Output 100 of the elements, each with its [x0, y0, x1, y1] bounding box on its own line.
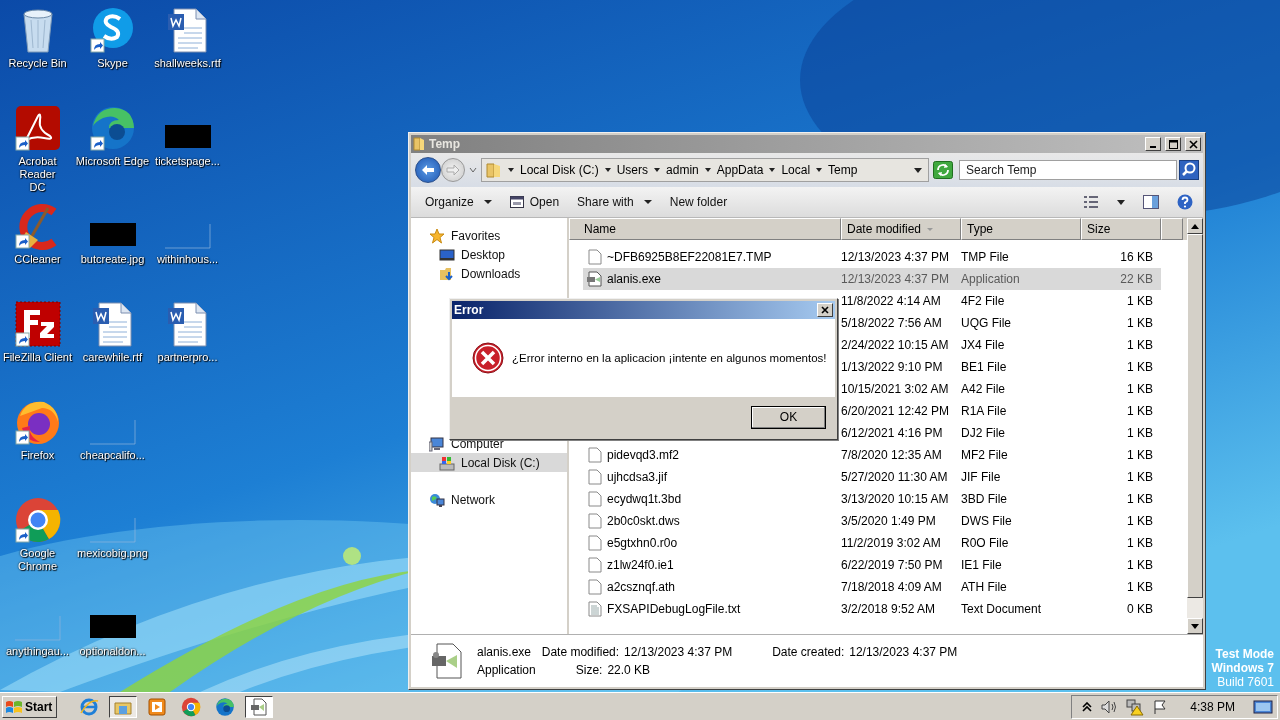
nav-item[interactable]: Local Disk (C:) — [411, 453, 567, 472]
text-file-icon — [587, 601, 603, 617]
search-field[interactable]: Search Temp — [959, 160, 1177, 180]
icon-label[interactable]: Acrobat Reader DC — [14, 155, 61, 194]
file-type: JIF File — [961, 470, 1002, 484]
file-row[interactable]: ~DFB6925B8EF22081E7.TMP 12/13/2023 4:37 PM TMP File 16 KB — [583, 246, 1161, 268]
icon-label[interactable]: Skype — [97, 57, 128, 70]
icon-label[interactable]: partnerpro... — [157, 351, 218, 364]
scroll-down-button[interactable] — [1187, 618, 1203, 634]
breadcrumb-item[interactable]: Users — [616, 163, 649, 177]
breadcrumb-item[interactable]: AppData — [716, 163, 764, 177]
column-header[interactable]: Size — [1081, 218, 1161, 240]
view-list-icon[interactable] — [1083, 195, 1099, 209]
file-size: 1 KB — [1126, 338, 1154, 352]
address-bar[interactable]: Local Disk (C:) Users admin AppData Local Temp — [481, 158, 929, 182]
file-row[interactable]: a2csznqf.ath 7/18/2018 4:09 AM ATH File 1 KB — [583, 576, 1161, 598]
nav-item[interactable]: Network — [411, 490, 567, 509]
search-icon[interactable] — [1179, 160, 1199, 180]
toolbar-menu-button[interactable]: Share with — [577, 195, 652, 209]
network-warning-icon[interactable] — [1126, 697, 1145, 716]
icon-label[interactable]: carewhile.rtf — [82, 351, 143, 364]
icon-label[interactable]: shallweeks.rtf — [154, 57, 221, 70]
file-name: ~DFB6925B8EF22081E7.TMP — [607, 250, 772, 264]
os-notice-text: Windows 7 — [1211, 661, 1274, 675]
file-row[interactable]: alanis.exe 12/13/2023 4:37 PM Application 22 KB — [583, 268, 1161, 290]
file-icon — [587, 557, 603, 573]
icon-label[interactable]: FileZilla Client — [2, 351, 73, 364]
toolbar-button[interactable]: New folder — [669, 195, 728, 209]
pdf-reader-icon[interactable] — [13, 104, 62, 152]
file-type: R1A File — [961, 404, 1008, 418]
scroll-up-button[interactable] — [1187, 218, 1203, 234]
dialog-title: Error — [454, 303, 484, 317]
nav-item[interactable]: Desktop — [411, 245, 567, 264]
icon-label[interactable]: CCleaner — [14, 253, 61, 266]
show-desktop-icon[interactable] — [1253, 698, 1273, 715]
ok-button[interactable]: OK — [751, 405, 826, 429]
icon-label[interactable]: Recycle Bin — [8, 57, 67, 70]
file-row[interactable]: FXSAPIDebugLogFile.txt 3/2/2018 9:52 AM Text Document 0 KB — [583, 598, 1161, 620]
open-button[interactable]: Open — [509, 195, 560, 209]
close-button[interactable] — [1185, 137, 1201, 151]
file-size: 1 KB — [1126, 426, 1154, 440]
refresh-icon[interactable] — [933, 161, 953, 179]
breadcrumb-item[interactable]: Local Disk (C:) — [520, 163, 599, 177]
dropdown-caret-icon[interactable] — [1117, 199, 1125, 205]
desktop-icon — [439, 246, 455, 263]
speaker-icon[interactable] — [1100, 698, 1119, 715]
file-name: ujhcdsa3.jif — [607, 470, 668, 484]
breadcrumb-item[interactable]: Temp — [828, 163, 858, 177]
column-header[interactable]: Date modified — [841, 218, 961, 240]
file-row[interactable]: e5gtxhn0.r0o 11/2/2019 3:02 AM R0O File 1 KB — [583, 532, 1161, 554]
file-date: 6/12/2021 4:16 PM — [841, 426, 944, 440]
file-row[interactable]: pidevqd3.mf2 7/8/2020 12:35 AM MF2 File 1 KB — [583, 444, 1161, 466]
file-type: ATH File — [961, 580, 1008, 594]
taskbar-button[interactable] — [109, 695, 138, 718]
clock[interactable]: 4:38 PM — [1176, 699, 1245, 714]
minimize-button[interactable] — [1145, 137, 1161, 151]
browser-icon[interactable] — [13, 496, 62, 544]
toolbar-menu-button[interactable]: Organize — [425, 195, 492, 209]
file-date: 6/22/2019 7:50 PM — [841, 558, 944, 572]
icon-label[interactable]: cheapcalifo... — [80, 449, 145, 462]
column-header[interactable]: Name — [569, 218, 841, 240]
show-hidden-icons-icon[interactable] — [1082, 701, 1093, 712]
flag-icon[interactable] — [1152, 698, 1169, 715]
file-name: z1lw24f0.ie1 — [607, 558, 674, 572]
file-row[interactable]: ecydwq1t.3bd 3/13/2020 10:15 AM 3BD File 1 KB — [583, 488, 1161, 510]
close-button[interactable] — [817, 303, 833, 317]
dropdown-caret-icon[interactable] — [914, 167, 922, 173]
column-header[interactable]: Type — [961, 218, 1081, 240]
icon-label[interactable]: butcreate.jpg — [80, 253, 145, 266]
ftp-app-icon[interactable] — [13, 300, 62, 348]
file-date: 12/13/2023 4:37 PM — [841, 272, 951, 286]
file-type: MF2 File — [961, 448, 1009, 462]
nav-item[interactable]: Favorites — [411, 226, 567, 245]
file-row[interactable]: 2b0c0skt.dws 3/5/2020 1:49 PM DWS File 1 KB — [583, 510, 1161, 532]
icon-label[interactable]: withinhous... — [156, 253, 219, 266]
file-date: 6/20/2021 12:42 PM — [841, 404, 951, 418]
up-arrow-icon — [1191, 223, 1199, 229]
preview-pane-icon[interactable] — [1143, 195, 1159, 209]
icon-label[interactable]: ticketspage... — [155, 155, 220, 168]
file-name: alanis.exe — [477, 645, 533, 659]
file-row[interactable]: ujhcdsa3.jif 5/27/2020 11:30 AM JIF File 1 KB — [583, 466, 1161, 488]
maximize-button[interactable] — [1165, 137, 1181, 151]
file-size: 1 KB — [1126, 492, 1154, 506]
detail-label: Date modified: — [541, 645, 620, 659]
browser-icon[interactable] — [88, 104, 137, 152]
breadcrumb-item[interactable]: admin — [666, 163, 699, 177]
file-type: BE1 File — [961, 360, 1008, 374]
icon-label[interactable]: Microsoft Edge — [75, 155, 150, 168]
breadcrumb-item[interactable]: Local — [781, 163, 811, 177]
back-button[interactable] — [415, 157, 441, 183]
history-caret-icon[interactable] — [469, 167, 477, 173]
help-icon[interactable] — [1177, 194, 1193, 210]
file-row[interactable]: z1lw24f0.ie1 6/22/2019 7:50 PM IE1 File 1 KB — [583, 554, 1161, 576]
file-type: Application — [477, 663, 536, 677]
nav-item[interactable]: Downloads — [411, 264, 567, 283]
icon-label[interactable]: Firefox — [20, 449, 55, 462]
file-icon — [587, 513, 603, 529]
start-button[interactable]: Start — [2, 695, 58, 718]
browser-icon — [215, 696, 236, 717]
taskbar-button[interactable] — [245, 695, 274, 718]
